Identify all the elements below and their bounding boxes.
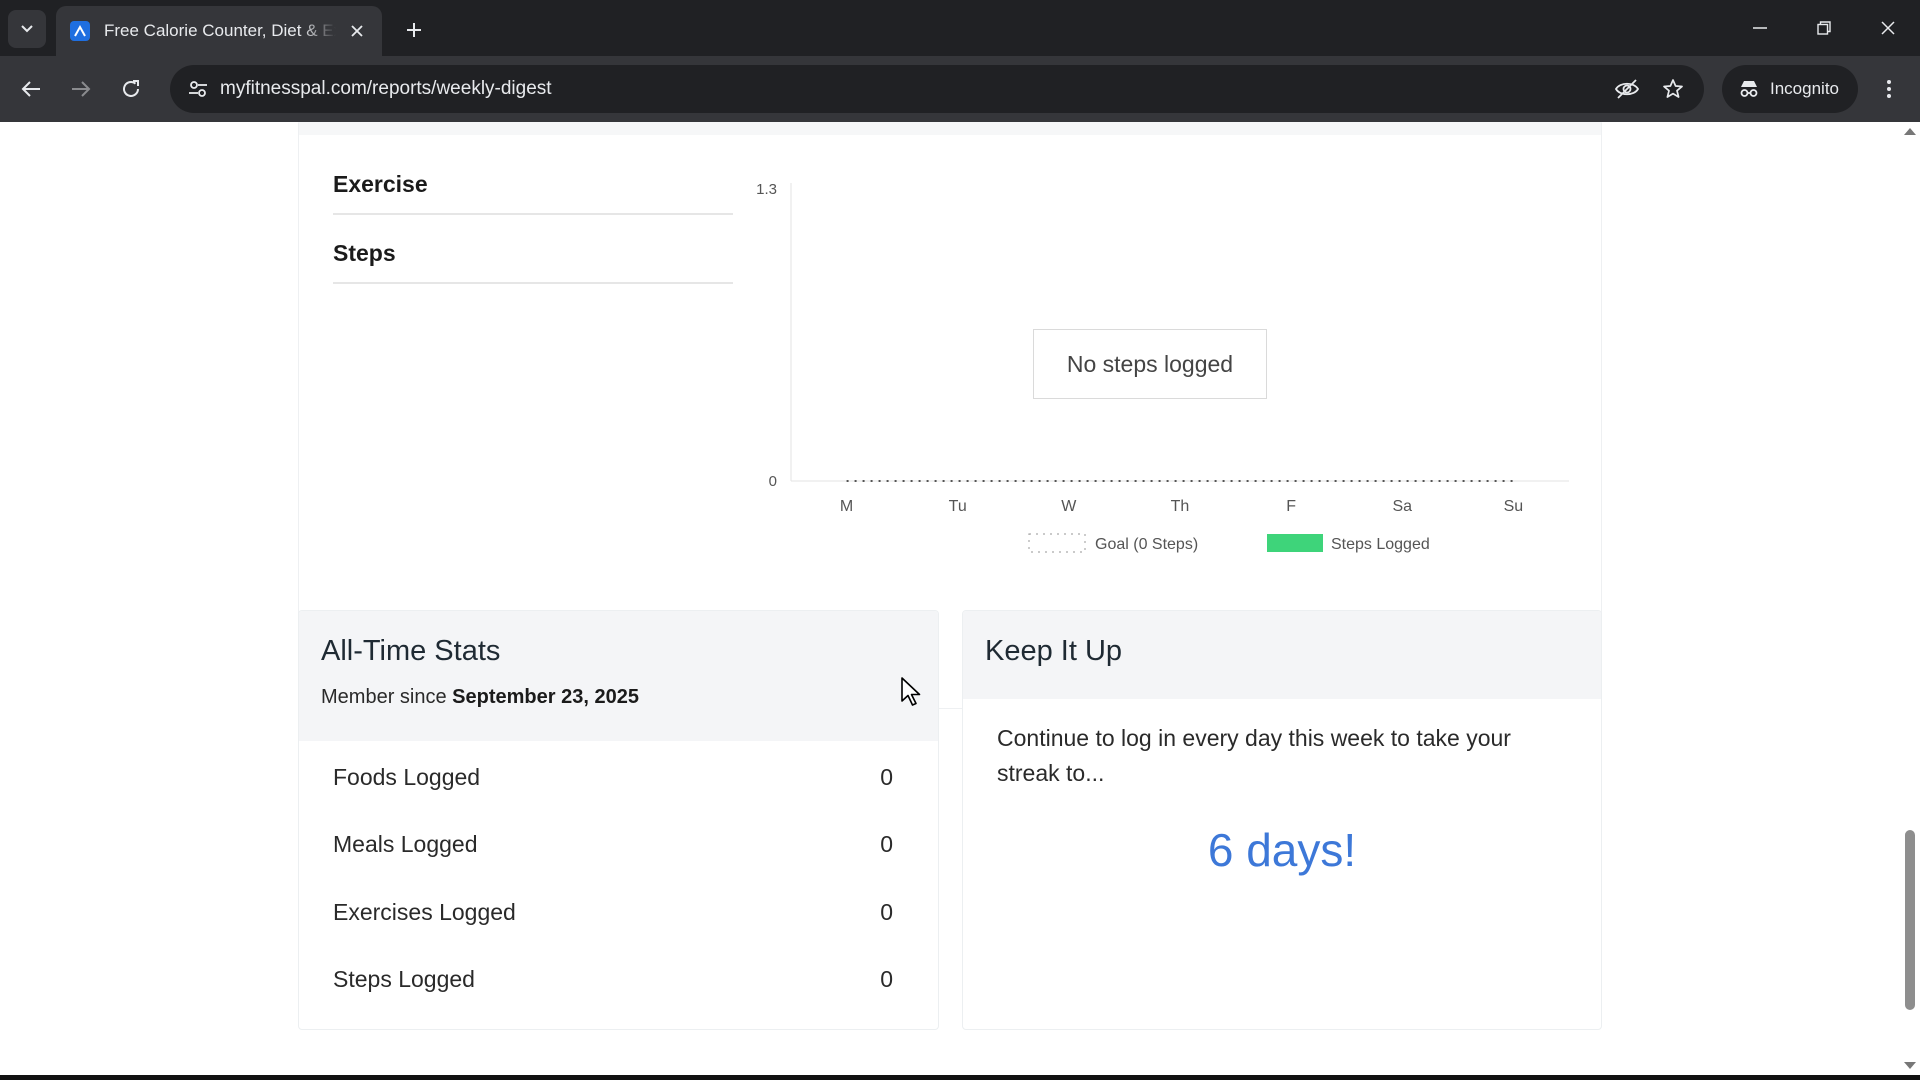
tracking-protection-button[interactable] [1612,74,1642,104]
x-tick-label: Su [1504,498,1524,515]
eye-off-icon [1614,79,1640,99]
x-tick-label: Sa [1392,498,1412,515]
bottom-edge [0,1075,1920,1080]
minimize-button[interactable] [1738,8,1782,48]
back-button[interactable] [12,70,50,108]
plus-icon [407,23,421,37]
restore-button[interactable] [1802,8,1846,48]
y-tick-label: 0 [769,473,777,490]
legend-goal-label: Goal (0 Steps) [1095,536,1198,553]
report-tab-steps[interactable]: Steps [333,216,733,284]
stat-label: Exercises Logged [333,898,516,925]
url-text[interactable]: myfitnesspal.com/reports/weekly-digest [220,78,552,100]
keep-it-up-title: Keep It Up [985,635,1123,667]
incognito-label: Incognito [1770,79,1839,98]
tab-search-button[interactable] [8,10,46,48]
all-time-stats-header: All-Time Stats Member since September 23… [299,611,938,741]
page-viewport: Exercise Steps 0 1.3 M Tu W Th F Sa Su Goal (0 St… [0,122,1920,1075]
member-since-date: September 23, 2025 [452,686,639,708]
stat-label: Meals Logged [333,830,478,857]
scroll-up-arrow-icon[interactable] [1904,128,1916,135]
keep-it-up-message: Continue to log in every day this week t… [997,725,1511,786]
stat-value: 0 [880,898,893,925]
legend-steps-swatch [1267,534,1323,552]
tab-close-button[interactable] [346,20,368,42]
browser-tab[interactable]: Free Calorie Counter, Diet & Exercise [56,6,382,56]
chevron-down-icon [21,25,33,33]
y-tick-label: 1.3 [756,181,777,198]
streak-count: 6 days! [1207,824,1357,876]
scroll-down-arrow-icon[interactable] [1904,1062,1916,1069]
arrow-left-icon [21,81,40,97]
tab-title: Free Calorie Counter, Diet & Exercise [104,21,336,40]
more-vertical-icon [1887,80,1891,98]
x-tick-label: Tu [949,498,967,515]
legend-goal-swatch [1028,533,1086,553]
x-tick-label: M [840,498,853,515]
bookmark-button[interactable] [1658,74,1688,104]
keep-it-up-header: Keep It Up [963,611,1601,699]
close-icon [351,25,363,37]
member-since-label: Member since [321,686,447,708]
all-time-stats-title: All-Time Stats [321,635,501,667]
tab-strip: Free Calorie Counter, Diet & Exercise [0,0,1920,56]
stat-row: Meals Logged 0 [333,824,893,864]
star-icon [1663,79,1683,98]
close-icon [1881,21,1895,35]
window-close-button[interactable] [1866,8,1910,48]
myfitnesspal-favicon-icon [70,21,90,41]
incognito-indicator[interactable]: Incognito [1722,65,1858,113]
stat-label: Steps Logged [333,965,475,992]
legend-steps-label: Steps Logged [1331,536,1430,553]
incognito-icon [1740,81,1758,97]
stat-row: Steps Logged 0 [333,959,893,999]
tune-icon [189,81,207,97]
stat-value: 0 [880,763,893,790]
browser-toolbar: myfitnesspal.com/reports/weekly-digest I… [0,56,1920,122]
address-bar[interactable]: myfitnesspal.com/reports/weekly-digest [170,65,1704,113]
reload-button[interactable] [112,70,150,108]
minimize-icon [1753,27,1767,29]
new-tab-button[interactable] [396,12,432,48]
x-tick-label: W [1061,498,1077,515]
arrow-right-icon [72,81,91,97]
keep-it-up-body: Continue to log in every day this week t… [963,699,1601,890]
x-tick-label: Th [1171,498,1190,515]
site-info-button[interactable] [182,73,214,105]
stat-value: 0 [880,830,893,857]
stat-label: Foods Logged [333,763,481,790]
member-since: Member since September 23, 2025 [321,686,916,709]
keep-it-up-card: Keep It Up Continue to log in every day … [962,610,1602,1030]
page-scrollbar[interactable] [1900,122,1920,1075]
stat-value: 0 [880,965,893,992]
no-steps-message: No steps logged [1033,329,1267,399]
all-time-stats-card: All-Time Stats Member since September 23… [298,610,939,1030]
scroll-thumb[interactable] [1905,830,1915,1010]
stat-row: Foods Logged 0 [333,757,893,797]
forward-button[interactable] [62,70,100,108]
mouse-cursor-icon [901,677,921,706]
stat-row: Exercises Logged 0 [333,892,893,932]
x-tick-label: F [1286,498,1296,515]
reload-icon [123,80,139,97]
report-tab-exercise[interactable]: Exercise [333,147,733,215]
card-top-shade [299,122,1601,135]
restore-icon [1817,21,1831,35]
browser-menu-button[interactable] [1870,70,1908,108]
